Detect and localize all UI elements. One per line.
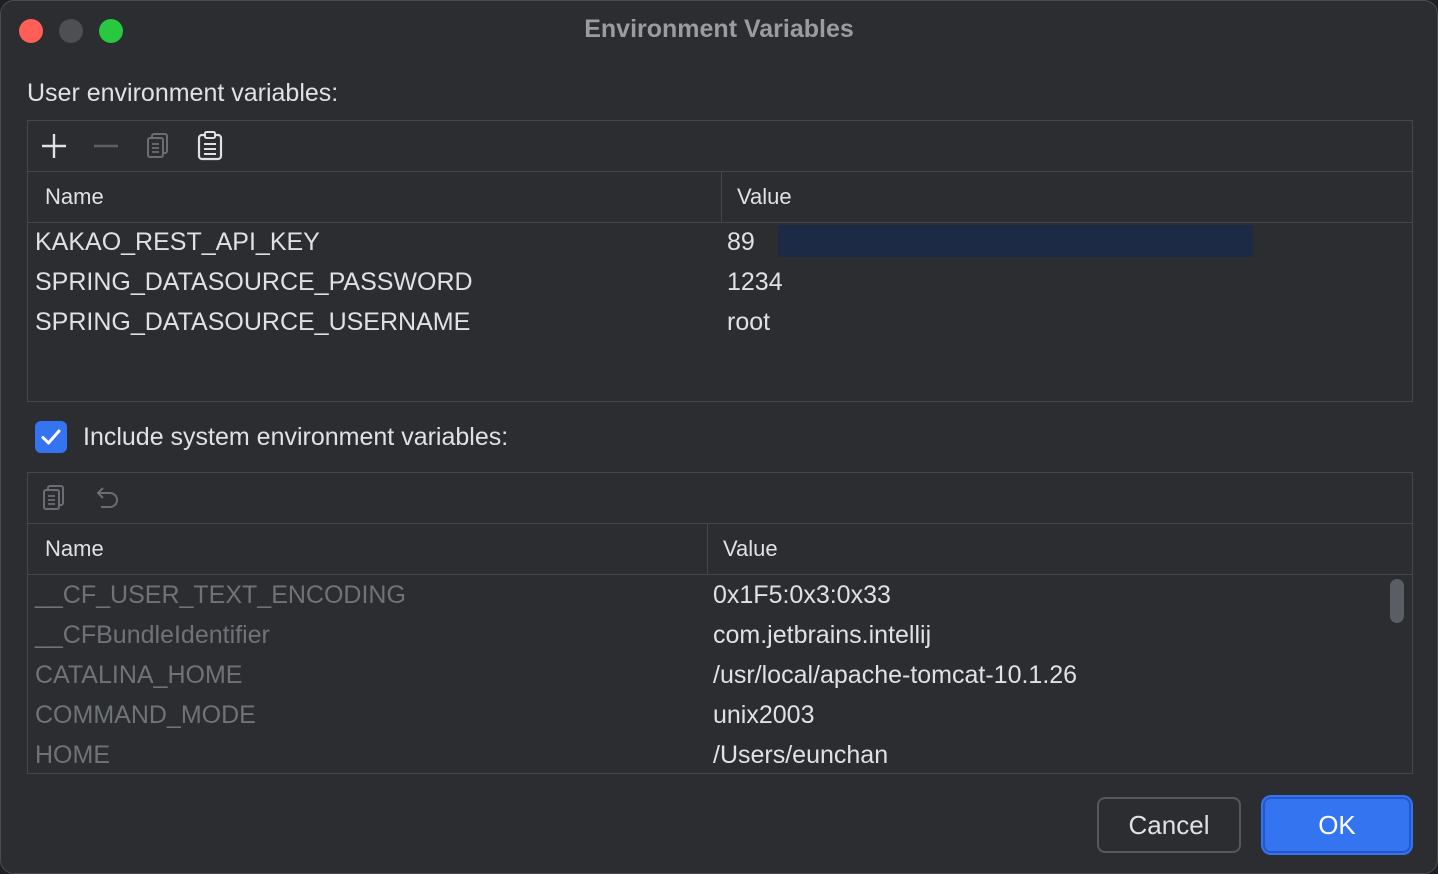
remove-variable-button[interactable] — [90, 130, 122, 162]
redacted-value-mask — [778, 225, 1253, 257]
column-divider[interactable] — [721, 172, 722, 222]
add-variable-button[interactable] — [38, 130, 70, 162]
table-row[interactable]: HOME /Users/eunchan — [28, 735, 1412, 775]
table-row[interactable]: COMMAND_MODE unix2003 — [28, 695, 1412, 735]
copy-system-variable-button[interactable] — [38, 482, 70, 514]
variable-value: 1234 — [727, 268, 783, 296]
system-variables-toolbar — [28, 473, 1412, 524]
system-variable-value: /usr/local/apache-tomcat-10.1.26 — [713, 661, 1078, 689]
user-name-column-header[interactable]: Name — [45, 184, 104, 210]
user-variables-table: Name Value KAKAO_REST_API_KEY 89 SPRING_… — [27, 120, 1413, 402]
system-variable-value: /Users/eunchan — [713, 741, 889, 769]
system-variable-value: com.jetbrains.intellij — [713, 621, 932, 649]
copy-icon — [147, 133, 168, 158]
remove-icon — [94, 144, 118, 148]
table-row[interactable]: __CFBundleIdentifier com.jetbrains.intel… — [28, 615, 1412, 655]
checkmark-icon — [41, 429, 61, 445]
system-variable-name: __CF_USER_TEXT_ENCODING — [35, 581, 406, 609]
system-name-column-header[interactable]: Name — [45, 536, 104, 562]
table-row[interactable]: CATALINA_HOME /usr/local/apache-tomcat-1… — [28, 655, 1412, 695]
user-variables-label: User environment variables: — [27, 79, 339, 107]
user-variables-toolbar — [28, 121, 1412, 172]
variable-name: SPRING_DATASOURCE_USERNAME — [35, 308, 471, 336]
user-table-header: Name Value — [28, 172, 1412, 223]
system-variable-name: COMMAND_MODE — [35, 701, 256, 729]
paste-variable-button[interactable] — [194, 130, 226, 162]
system-variable-name: CATALINA_HOME — [35, 661, 243, 689]
variable-value: 89 — [727, 228, 755, 256]
variable-value: root — [727, 308, 771, 336]
revert-system-variable-button[interactable] — [90, 482, 122, 514]
system-variable-value: unix2003 — [713, 701, 815, 729]
system-variables-table: Name Value __CF_USER_TEXT_ENCODING 0x1F5… — [27, 472, 1413, 774]
system-table-header: Name Value — [28, 524, 1412, 575]
system-value-column-header[interactable]: Value — [723, 536, 778, 562]
system-variable-name: __CFBundleIdentifier — [35, 621, 270, 649]
variable-name: SPRING_DATASOURCE_PASSWORD — [35, 268, 473, 296]
dialog-title: Environment Variables — [584, 15, 854, 43]
table-row[interactable]: __CF_USER_TEXT_ENCODING 0x1F5:0x3:0x33 — [28, 575, 1412, 615]
copy-variable-button[interactable] — [142, 130, 174, 162]
table-row[interactable]: KAKAO_REST_API_KEY 89 — [28, 222, 1412, 262]
table-row[interactable]: SPRING_DATASOURCE_PASSWORD 1234 — [28, 262, 1412, 302]
system-table-scrollbar[interactable] — [1390, 579, 1404, 623]
cancel-button[interactable]: Cancel — [1097, 797, 1241, 853]
variable-name: KAKAO_REST_API_KEY — [35, 228, 320, 256]
environment-variables-dialog: Environment Variables User environment v… — [0, 0, 1438, 874]
system-variable-name: HOME — [35, 741, 110, 769]
add-icon — [42, 134, 66, 158]
table-row[interactable]: SPRING_DATASOURCE_USERNAME root — [28, 302, 1412, 342]
column-divider[interactable] — [707, 524, 708, 574]
copy-icon — [43, 485, 64, 510]
include-system-label[interactable]: Include system environment variables: — [83, 423, 508, 452]
include-system-checkbox[interactable] — [35, 421, 67, 453]
system-variable-value: 0x1F5:0x3:0x33 — [713, 581, 891, 609]
ok-button[interactable]: OK — [1263, 797, 1411, 853]
user-value-column-header[interactable]: Value — [737, 184, 792, 210]
paste-icon — [197, 131, 223, 161]
undo-icon — [96, 487, 118, 508]
